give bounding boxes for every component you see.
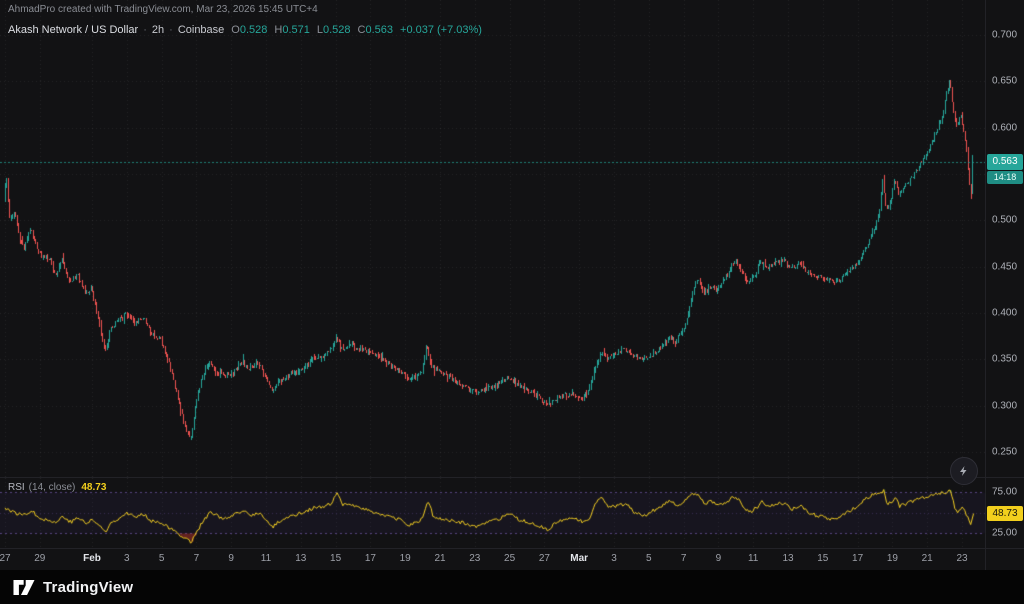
interval-label[interactable]: 2h [152,24,164,36]
quick-action-button[interactable] [950,457,978,485]
time-label: 9 [228,553,234,564]
exchange-label: Coinbase [178,24,224,36]
plot-area[interactable]: AhmadPro created with TradingView.com, M… [0,0,985,570]
legend-separator: · [143,24,147,36]
pane-divider[interactable] [0,477,1024,478]
price-tick-label: 0.350 [992,354,1017,365]
price-pane-canvas[interactable] [0,0,985,477]
price-tick-label: 0.250 [992,447,1017,458]
tradingview-brand-text: TradingView [43,579,133,596]
symbol-legend[interactable]: Akash Network / US Dollar·2h·CoinbaseO0.… [8,24,482,36]
rsi-value-badge: 48.73 [987,506,1023,521]
price-tick-label: 0.450 [992,262,1017,273]
time-label: Feb [83,553,101,564]
rsi-title[interactable]: RSI [8,482,25,493]
price-tick-label: 0.600 [992,123,1017,134]
time-label: 3 [611,553,617,564]
footer-bar: TradingView [0,570,1024,604]
time-label: 19 [400,553,411,564]
time-label: 17 [852,553,863,564]
time-label: 11 [748,553,758,564]
tradingview-logo-link[interactable]: TradingView [12,578,133,597]
price-tick-label: 0.300 [992,401,1017,412]
time-label: 5 [159,553,165,564]
price-tick-label: 0.400 [992,308,1017,319]
open-value: 0.528 [240,24,268,36]
time-label: 3 [124,553,130,564]
low-value: 0.528 [323,24,351,36]
chart-widget: AhmadPro created with TradingView.com, M… [0,0,1024,570]
bar-countdown-badge: 14:18 [987,171,1023,184]
rsi-tick-label: 25.00 [992,528,1017,539]
price-tick-label: 0.650 [992,76,1017,87]
time-label: 23 [956,553,967,564]
time-label: 7 [194,553,200,564]
time-label: 27 [0,553,11,564]
rsi-legend[interactable]: RSI (14, close) 48.73 [8,482,106,493]
rsi-value: 48.73 [81,482,106,493]
time-axis[interactable]: 27 29 Feb 3 5 7 9 11 13 15 17 19 21 23 25 27 Mar 3 5 7 9 11 13… [0,549,985,570]
tradingview-logo-icon [12,578,36,597]
time-label: 17 [365,553,376,564]
time-label: 5 [646,553,652,564]
time-label: 21 [922,553,933,564]
rsi-tick-label: 75.00 [992,487,1017,498]
time-label: Mar [570,553,588,564]
attribution-text: AhmadPro created with TradingView.com, M… [8,4,318,15]
price-tick-label: 0.700 [992,30,1017,41]
time-label: 15 [330,553,341,564]
open-label: O [231,24,240,36]
axis-divider [0,548,1024,549]
legend-separator: · [169,24,173,36]
time-label: 9 [716,553,722,564]
time-label: 13 [782,553,793,564]
last-price-badge: 0.563 [987,154,1023,170]
rsi-params: (14, close) [29,482,76,493]
rsi-pane-canvas[interactable] [0,478,985,548]
lightning-icon [958,465,970,477]
change-value: +0.037 (+7.03%) [400,24,482,36]
time-label: 27 [539,553,550,564]
price-tick-label: 0.500 [992,215,1017,226]
time-label: 13 [295,553,306,564]
time-label: 19 [887,553,898,564]
time-label: 29 [34,553,45,564]
time-label: 25 [504,553,515,564]
price-axis[interactable]: 0.563 14:18 48.73 0.700 0.650 0.600 0.500 0.… [985,0,1024,570]
time-label: 11 [261,553,271,564]
time-label: 21 [434,553,445,564]
tradingview-snapshot: AhmadPro created with TradingView.com, M… [0,0,1024,604]
time-label: 7 [681,553,687,564]
close-value: 0.563 [365,24,393,36]
high-value: 0.571 [282,24,310,36]
time-label: 15 [817,553,828,564]
time-label: 23 [469,553,480,564]
symbol-title[interactable]: Akash Network / US Dollar [8,24,138,36]
